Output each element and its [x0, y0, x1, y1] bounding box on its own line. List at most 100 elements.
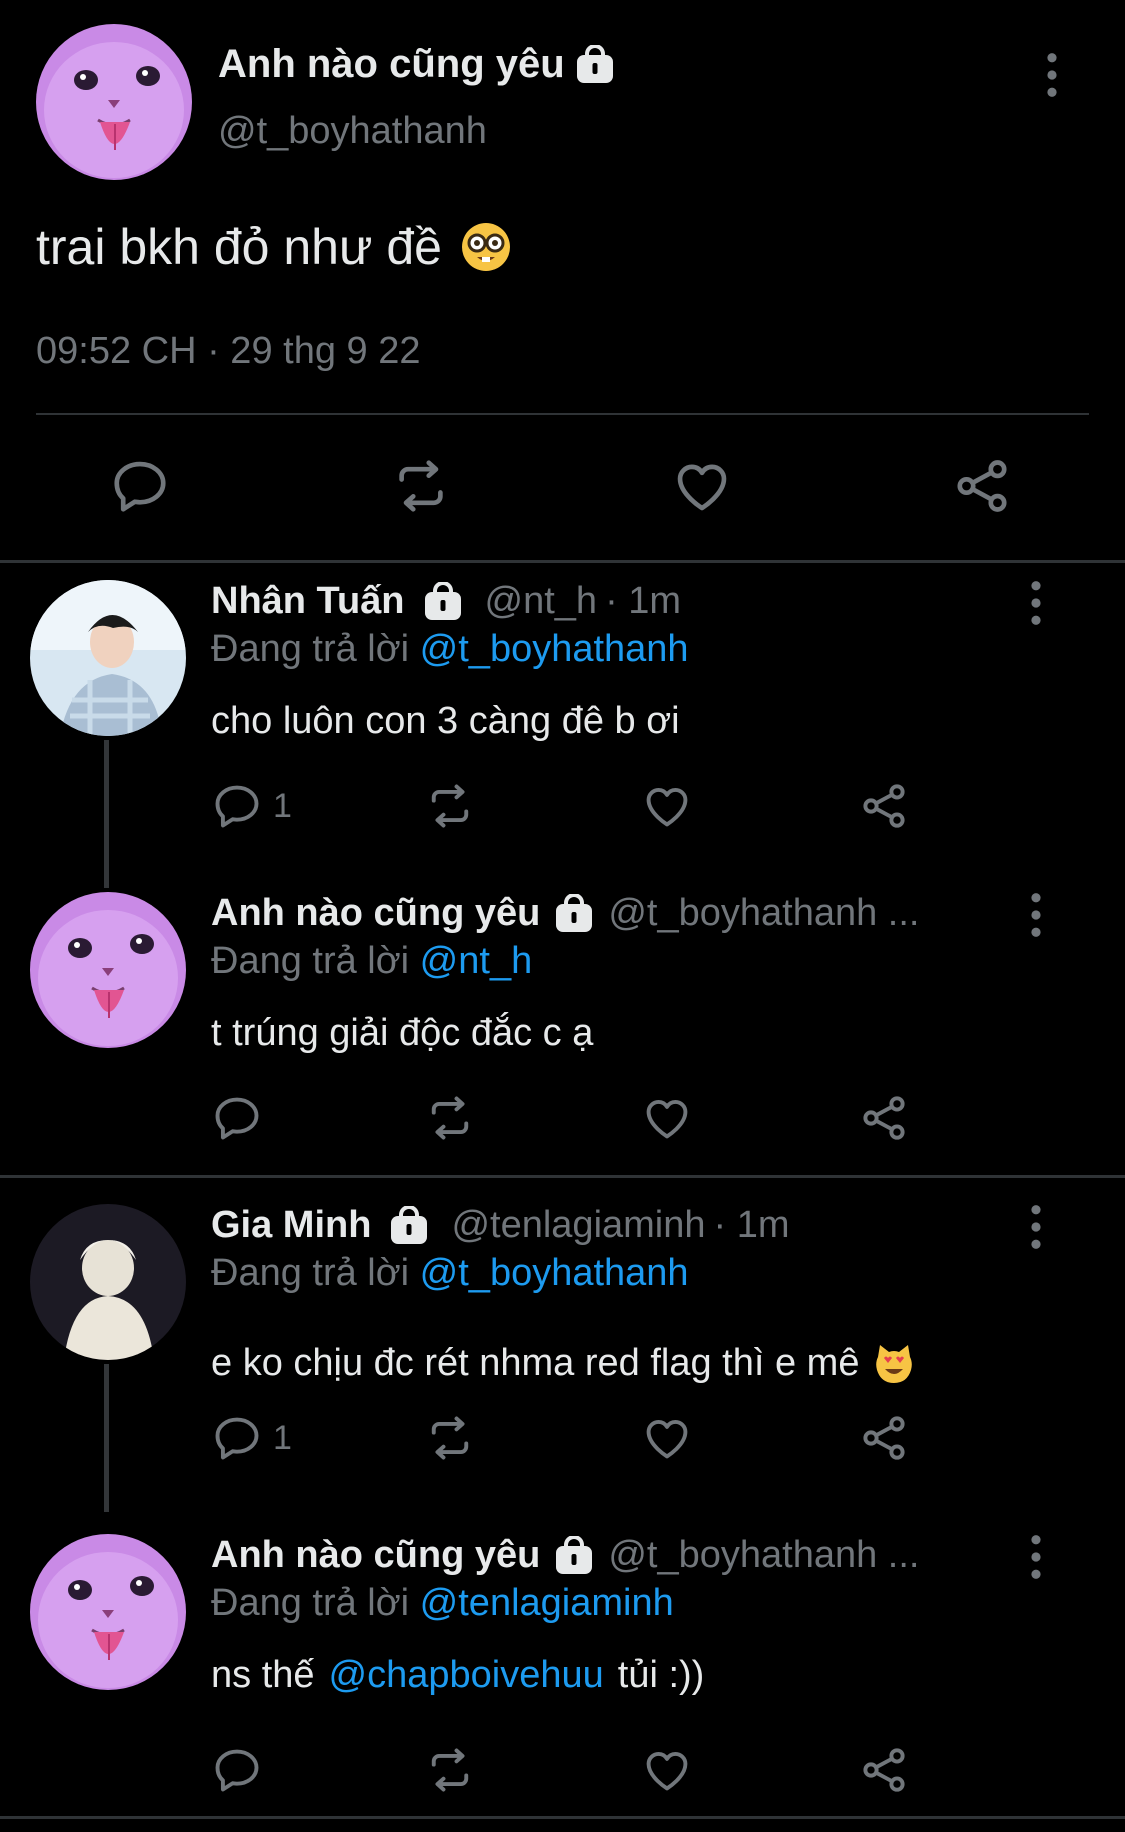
more-options-icon[interactable]: [1030, 1204, 1042, 1255]
lock-icon: [389, 1206, 429, 1246]
author-name[interactable]: Nhân Tuấn: [211, 580, 405, 623]
share-button[interactable]: [858, 778, 910, 834]
thread-connector: [104, 740, 109, 888]
more-options-icon[interactable]: [1046, 52, 1058, 103]
like-button[interactable]: [670, 454, 734, 518]
author-handle[interactable]: @t_boyhathanh: [218, 110, 487, 153]
mention-link[interactable]: @tenlagiaminh: [420, 1582, 674, 1624]
divider: [0, 560, 1125, 563]
retweet-icon: [424, 1092, 476, 1144]
reply-icon: [211, 1092, 263, 1144]
share-icon: [858, 1412, 910, 1464]
replying-to: Đang trả lời @tenlagiaminh: [211, 1582, 674, 1625]
like-icon: [641, 1092, 693, 1144]
share-button[interactable]: [858, 1090, 910, 1146]
retweet-button[interactable]: [424, 778, 476, 834]
retweet-button[interactable]: [389, 454, 453, 518]
reply-tweet[interactable]: Anh nào cũng yêu @t_boyhathanh ... Đang …: [0, 880, 1125, 1190]
heart-eyes-cat-emoji-icon: [873, 1343, 915, 1385]
mention-link[interactable]: @t_boyhathanh: [420, 628, 689, 670]
reply-time: · 1m: [713, 1204, 790, 1246]
reply-text: e ko chịu đc rét nhma red flag thì e mê: [211, 1342, 860, 1384]
author-handle[interactable]: @t_boyhathanh ...: [608, 1534, 919, 1577]
more-options-icon[interactable]: [1030, 580, 1042, 631]
retweet-icon: [424, 780, 476, 832]
like-icon: [641, 780, 693, 832]
share-button[interactable]: [950, 454, 1014, 518]
reply-tweet[interactable]: Nhân Tuấn @nt_h · 1m Đang trả lời @t_boy…: [0, 568, 1125, 888]
reply-count: 1: [273, 786, 292, 825]
reply-icon: [211, 780, 263, 832]
mention-link[interactable]: @chapboivehuu: [329, 1654, 604, 1697]
reply-header: Gia Minh @tenlagiaminh · 1m: [211, 1204, 1011, 1247]
like-button[interactable]: [641, 1410, 693, 1466]
reply-count: 1: [273, 1418, 292, 1457]
tweet-text-row: trai bkh đỏ như đề: [36, 218, 512, 276]
lock-icon: [423, 582, 463, 622]
avatar[interactable]: [30, 1534, 186, 1690]
like-button[interactable]: [641, 778, 693, 834]
reply-icon: [211, 1412, 263, 1464]
lock-icon: [554, 894, 594, 934]
reply-icon: [109, 455, 171, 517]
reply-text-row: ns thế @chapboivehuu tủi :)): [211, 1654, 704, 1697]
reply-time: · 1m: [605, 580, 682, 622]
share-icon: [951, 455, 1013, 517]
reply-button[interactable]: [211, 1742, 263, 1798]
reply-header: Nhân Tuấn @nt_h · 1m: [211, 580, 1011, 623]
author-name[interactable]: Anh nào cũng yêu: [218, 42, 565, 87]
like-icon: [671, 455, 733, 517]
author-handle[interactable]: @t_boyhathanh ...: [608, 892, 919, 935]
mention-link[interactable]: @nt_h: [420, 940, 533, 982]
like-icon: [641, 1744, 693, 1796]
thread-connector: [104, 1364, 109, 1512]
author-handle[interactable]: @tenlagiaminh: [451, 1204, 705, 1247]
share-icon: [858, 1092, 910, 1144]
replying-to: Đang trả lời @t_boyhathanh: [211, 1252, 689, 1295]
reply-button[interactable]: [108, 454, 172, 518]
author-handle[interactable]: @nt_h: [485, 580, 598, 623]
retweet-button[interactable]: [424, 1090, 476, 1146]
replying-to: Đang trả lời @nt_h: [211, 940, 532, 983]
replying-label: Đang trả lời: [211, 1252, 410, 1294]
retweet-icon: [390, 455, 452, 517]
author-name[interactable]: Gia Minh: [211, 1204, 371, 1247]
share-button[interactable]: [858, 1742, 910, 1798]
reply-button[interactable]: 1: [211, 778, 292, 834]
retweet-button[interactable]: [424, 1742, 476, 1798]
retweet-button[interactable]: [424, 1410, 476, 1466]
reply-text-row: e ko chịu đc rét nhma red flag thì e mê: [211, 1342, 915, 1385]
author-name[interactable]: Anh nào cũng yêu: [211, 1534, 540, 1577]
replying-label: Đang trả lời: [211, 940, 410, 982]
divider: [0, 1816, 1125, 1819]
like-button[interactable]: [641, 1090, 693, 1146]
reply-header: Anh nào cũng yêu @t_boyhathanh ...: [211, 1534, 1011, 1577]
retweet-icon: [424, 1412, 476, 1464]
reply-button[interactable]: [211, 1090, 263, 1146]
divider: [0, 1175, 1125, 1178]
nerd-face-emoji-icon: [460, 221, 512, 273]
replying-to: Đang trả lời @t_boyhathanh: [211, 628, 689, 671]
lock-icon: [554, 1536, 594, 1576]
reply-icon: [211, 1744, 263, 1796]
like-button[interactable]: [641, 1742, 693, 1798]
author-name[interactable]: Anh nào cũng yêu: [211, 892, 540, 935]
retweet-icon: [424, 1744, 476, 1796]
share-button[interactable]: [858, 1410, 910, 1466]
replying-label: Đang trả lời: [211, 628, 410, 670]
avatar[interactable]: [30, 580, 186, 736]
reply-button[interactable]: 1: [211, 1410, 292, 1466]
avatar[interactable]: [36, 24, 192, 180]
more-options-icon[interactable]: [1030, 1534, 1042, 1585]
like-icon: [641, 1412, 693, 1464]
reply-tweet[interactable]: Gia Minh @tenlagiaminh · 1m Đang trả lời…: [0, 1192, 1125, 1512]
reply-header: Anh nào cũng yêu @t_boyhathanh ...: [211, 892, 1011, 935]
share-icon: [858, 780, 910, 832]
avatar[interactable]: [30, 1204, 186, 1360]
mention-link[interactable]: @t_boyhathanh: [420, 1252, 689, 1294]
replying-label: Đang trả lời: [211, 1582, 410, 1624]
avatar[interactable]: [30, 892, 186, 1048]
reply-text: cho luôn con 3 càng đê b ơi: [211, 700, 680, 742]
reply-tweet[interactable]: Anh nào cũng yêu @t_boyhathanh ... Đang …: [0, 1522, 1125, 1832]
more-options-icon[interactable]: [1030, 892, 1042, 943]
